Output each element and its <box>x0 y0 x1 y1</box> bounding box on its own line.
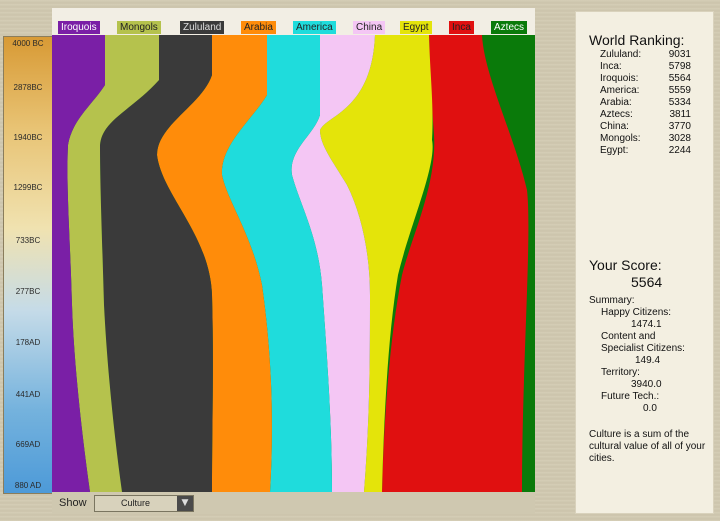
future-tech-value: 0.0 <box>643 403 657 414</box>
ranking-civ: Aztecs: <box>600 109 633 120</box>
ranking-title: World Ranking: <box>589 32 685 48</box>
show-bar: Show Culture ▼ <box>52 492 535 514</box>
timeline-bar: 4000 BC 2878BC 1940BC 1299BC 733BC 277BC… <box>3 36 53 494</box>
ranking-score: 5564 <box>668 73 691 84</box>
timeline-tick: 2878BC <box>13 83 43 92</box>
ranking-row: America: 5559 <box>600 85 705 97</box>
ranking-score: 9031 <box>668 49 691 60</box>
score-value: 5564 <box>631 274 663 290</box>
content-label-line1: Content and <box>601 331 656 342</box>
show-label: Show <box>59 497 87 509</box>
timeline-tick: 277BC <box>15 287 41 296</box>
ranking-civ: Mongols: <box>600 133 641 144</box>
civ-legend-band: Iroquois Mongols Zululand Arabia America… <box>52 8 535 36</box>
civ-label-egypt: Egypt <box>400 21 432 34</box>
content-value: 149.4 <box>635 355 661 366</box>
ranking-score: 5334 <box>668 97 691 108</box>
ranking-civ: Inca: <box>600 61 622 72</box>
summary-label: Summary: <box>589 295 635 306</box>
ranking-civ: Egypt: <box>600 145 629 156</box>
civ-label-america: America <box>293 21 336 34</box>
civ-label-china: China <box>353 21 386 34</box>
timeline-tick: 669AD <box>15 440 41 449</box>
ranking-row: Inca: 5798 <box>600 61 705 73</box>
civ-label-iroquois: Iroquois <box>58 21 100 34</box>
ranking-row: Arabia: 5334 <box>600 97 705 109</box>
show-dropdown-value: Culture <box>121 498 151 508</box>
ranking-score: 3770 <box>668 121 691 132</box>
civ-label-zululand: Zululand <box>180 21 225 34</box>
ranking-score: 5798 <box>668 61 691 72</box>
civ-label-mongols: Mongols <box>117 21 161 34</box>
ranking-civ: Arabia: <box>600 97 632 108</box>
ranking-row: Aztecs: 3811 <box>600 109 705 121</box>
ranking-row: Mongols: 3028 <box>600 133 705 145</box>
ranking-score: 3811 <box>669 109 691 120</box>
ranking-row: Iroquois: 5564 <box>600 73 705 85</box>
ranking-row: Egypt: 2244 <box>600 145 705 157</box>
timeline-tick: 1299BC <box>13 183 43 192</box>
culture-chart-svg <box>52 35 535 492</box>
ranking-civ: China: <box>600 121 629 132</box>
ranking-score: 2244 <box>668 145 691 156</box>
timeline-tick: 733BC <box>15 236 41 245</box>
civ-label-inca: Inca <box>449 21 474 34</box>
ranking-row: Zululand: 9031 <box>600 49 705 61</box>
ranking-score: 3028 <box>668 133 691 144</box>
territory-value: 3940.0 <box>631 379 662 390</box>
happy-label: Happy Citizens: <box>601 307 672 318</box>
timeline-tick: 178AD <box>15 338 41 347</box>
chevron-down-icon[interactable]: ▼ <box>177 496 193 511</box>
timeline-tick: 880 AD <box>14 481 42 490</box>
ranking-row: China: 3770 <box>600 121 705 133</box>
timeline-tick: 441AD <box>15 390 41 399</box>
timeline-tick: 1940BC <box>13 133 43 142</box>
score-title: Your Score: <box>589 257 662 273</box>
ranking-civ: Iroquois: <box>600 73 639 84</box>
happy-value: 1474.1 <box>631 319 662 330</box>
game-window: 4000 BC 2878BC 1940BC 1299BC 733BC 277BC… <box>0 0 720 521</box>
civ-label-arabia: Arabia <box>241 21 276 34</box>
ranking-score: 5559 <box>668 85 691 96</box>
content-label-line2: Specialist Citizens: <box>601 343 685 354</box>
future-tech-label: Future Tech.: <box>601 391 660 402</box>
ranking-civ: Zululand: <box>600 49 642 60</box>
culture-chart <box>52 35 535 492</box>
score-panel: World Ranking: Zululand: 9031 Inca: 5798 Iro… <box>575 11 714 514</box>
culture-note: Culture is a sum of the cultural value o… <box>589 429 706 464</box>
show-dropdown[interactable]: Culture ▼ <box>94 495 194 512</box>
timeline-tick: 4000 BC <box>12 39 44 48</box>
ranking-civ: America: <box>600 85 640 96</box>
territory-label: Territory: <box>601 367 640 378</box>
civ-label-aztecs: Aztecs <box>491 21 528 34</box>
